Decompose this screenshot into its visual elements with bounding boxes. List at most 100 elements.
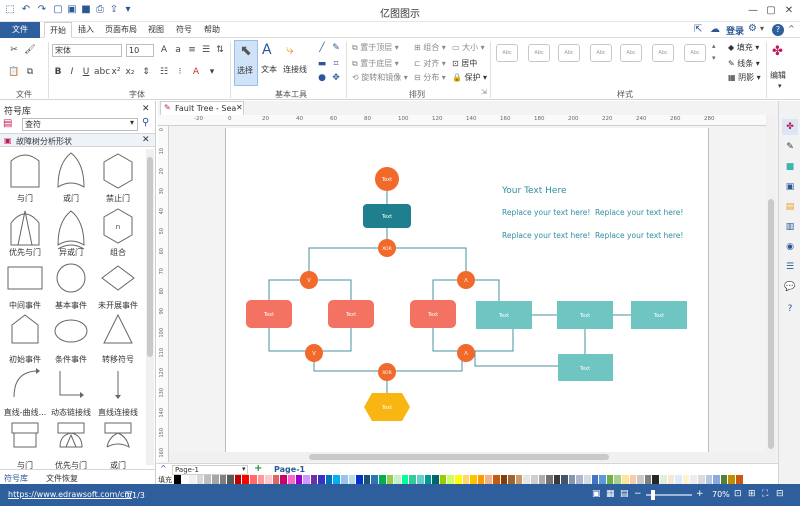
color-swatch[interactable] xyxy=(591,475,600,484)
tab-help[interactable]: 帮助 xyxy=(200,22,224,38)
ellipse-icon[interactable]: ● xyxy=(316,72,328,84)
font-grow-icon[interactable]: A xyxy=(158,44,170,56)
protect-button[interactable]: 🔒 保护 ▾ xyxy=(452,72,487,84)
color-swatch[interactable] xyxy=(477,475,486,484)
color-swatch[interactable] xyxy=(211,475,220,484)
style-preset-7[interactable]: Abc xyxy=(684,44,706,62)
collapse-ribbon-icon[interactable]: ^ xyxy=(788,24,795,33)
font-shrink-icon[interactable]: a xyxy=(172,44,184,56)
rotate-mirror-button[interactable]: ⟲ 旋转和镜像 ▾ xyxy=(352,72,408,84)
image-panel-icon[interactable]: ▣ xyxy=(782,179,798,195)
line-spacing-icon[interactable]: ≡ xyxy=(186,44,198,56)
category-close-icon[interactable]: ✕ xyxy=(142,135,150,145)
color-swatch[interactable] xyxy=(280,475,288,484)
document-tab-close-icon[interactable]: ✕ xyxy=(236,103,243,112)
distribute-button[interactable]: ⊟ 分布 ▾ xyxy=(414,72,446,84)
color-swatch[interactable] xyxy=(735,475,744,484)
align-text-icon[interactable]: ☰ xyxy=(200,44,212,56)
color-swatch[interactable] xyxy=(561,475,569,484)
rectangle-icon[interactable]: ▬ xyxy=(316,58,328,70)
color-swatch[interactable] xyxy=(637,475,645,484)
underline-icon[interactable]: U xyxy=(80,66,92,78)
text-tool-icon[interactable]: A xyxy=(262,42,272,58)
undeveloped-event-shape[interactable] xyxy=(101,265,135,291)
and-gate-2-shape[interactable] xyxy=(11,422,39,448)
tab-symbols[interactable]: 符号 xyxy=(172,22,196,38)
website-link[interactable]: https://www.edrawsoft.com/cn/ xyxy=(8,490,132,499)
search-dropdown-icon[interactable]: ▾ xyxy=(130,118,134,127)
color-swatch[interactable] xyxy=(447,475,455,484)
connector-tool-icon[interactable]: ⤷ xyxy=(286,42,294,58)
data-panel-icon[interactable]: ☰ xyxy=(782,259,798,275)
library-menu-icon[interactable]: ▤ xyxy=(3,118,12,129)
color-swatch[interactable] xyxy=(705,475,714,484)
tab-file-recovery[interactable]: 文件恢复 xyxy=(46,473,78,484)
color-swatch[interactable] xyxy=(629,475,638,484)
format-painter-icon[interactable]: 🖌 xyxy=(24,44,36,56)
event-box-7[interactable]: Text xyxy=(558,354,613,381)
canvas-vertical-scrollbar-thumb[interactable] xyxy=(768,199,774,449)
crop-icon[interactable]: ⌗ xyxy=(330,58,342,70)
collapse-page-bar-icon[interactable]: ^ xyxy=(160,464,167,473)
minimize-button[interactable]: — xyxy=(744,3,762,19)
color-swatch[interactable] xyxy=(599,475,607,484)
color-swatch[interactable] xyxy=(622,475,630,484)
library-category-header[interactable]: ▣ 故障树分析形状 ✕ xyxy=(0,133,155,147)
edit-icon[interactable]: ✤ xyxy=(772,44,783,59)
intermediate-event-shape[interactable] xyxy=(7,266,43,290)
color-swatch[interactable] xyxy=(432,475,440,484)
color-swatch[interactable] xyxy=(348,475,357,484)
group-button[interactable]: ⊞ 组合 ▾ xyxy=(414,42,446,54)
color-swatch[interactable] xyxy=(287,475,296,484)
priority-and-gate-2-shape[interactable] xyxy=(57,422,85,448)
or-gate-left[interactable]: V xyxy=(300,271,318,289)
color-swatch[interactable] xyxy=(454,475,463,484)
color-swatch[interactable] xyxy=(371,475,380,484)
library-search-input[interactable]: 查符 xyxy=(22,118,138,131)
color-swatch[interactable] xyxy=(523,475,531,484)
strikethrough-icon[interactable]: abc xyxy=(94,66,110,78)
color-swatch[interactable] xyxy=(272,475,281,484)
line-button[interactable]: ✎ 线条 ▾ xyxy=(728,58,760,70)
center-button[interactable]: ⊡ 居中 xyxy=(452,58,477,70)
color-swatch[interactable] xyxy=(295,475,304,484)
color-swatch[interactable] xyxy=(485,475,493,484)
color-swatch[interactable] xyxy=(363,475,372,484)
line-panel-icon[interactable]: ■ xyxy=(782,159,798,175)
view-mode-1-icon[interactable]: ▣ xyxy=(592,489,601,499)
color-swatch[interactable] xyxy=(728,475,736,484)
presentation-icon[interactable]: ⊟ xyxy=(776,489,784,499)
color-swatch[interactable] xyxy=(325,475,334,484)
settings-icon[interactable]: ⚙ xyxy=(748,23,757,34)
color-swatch[interactable] xyxy=(546,475,554,484)
color-swatch[interactable] xyxy=(508,475,516,484)
xor-gate-bottom[interactable]: XOR xyxy=(378,363,396,381)
color-swatch[interactable] xyxy=(584,475,592,484)
font-size-combo[interactable]: 10 xyxy=(126,44,154,57)
and-gate-shape[interactable] xyxy=(10,154,40,188)
arrange-dialog-launcher-icon[interactable]: ⇲ xyxy=(481,88,487,96)
vertical-ruler[interactable]: 0 10 20 30 40 50 60 70 80 90 100 110 120 130 140 150 160 xyxy=(158,126,169,462)
replace-text-1[interactable]: Replace your text here! xyxy=(502,208,590,217)
color-swatch[interactable] xyxy=(174,475,182,484)
color-swatch[interactable] xyxy=(606,475,615,484)
event-box-3[interactable]: Text xyxy=(410,300,456,328)
style-preset-5[interactable]: Abc xyxy=(620,44,642,62)
line-icon[interactable]: ╱ xyxy=(316,42,328,54)
color-swatch[interactable] xyxy=(576,475,585,484)
view-mode-3-icon[interactable]: ▤ xyxy=(620,489,629,499)
color-swatch[interactable] xyxy=(713,475,721,484)
comments-panel-icon[interactable]: 💬 xyxy=(782,279,798,295)
color-swatch[interactable] xyxy=(257,475,266,484)
cloud-icon[interactable]: ☁ xyxy=(710,24,720,35)
priority-and-gate-shape[interactable] xyxy=(10,210,40,246)
color-swatch[interactable] xyxy=(538,475,547,484)
paragraph-spacing-icon[interactable]: ⇕ xyxy=(140,66,152,78)
style-preset-2[interactable]: Abc xyxy=(528,44,550,62)
tab-file[interactable]: 文件 xyxy=(0,22,40,38)
share-icon[interactable]: ⇱ xyxy=(694,24,702,35)
xor-gate-top[interactable]: XOR xyxy=(378,239,396,257)
color-swatch[interactable] xyxy=(227,475,235,484)
page-tab-1[interactable]: Page-1 xyxy=(274,465,305,474)
color-swatch[interactable] xyxy=(181,475,190,484)
